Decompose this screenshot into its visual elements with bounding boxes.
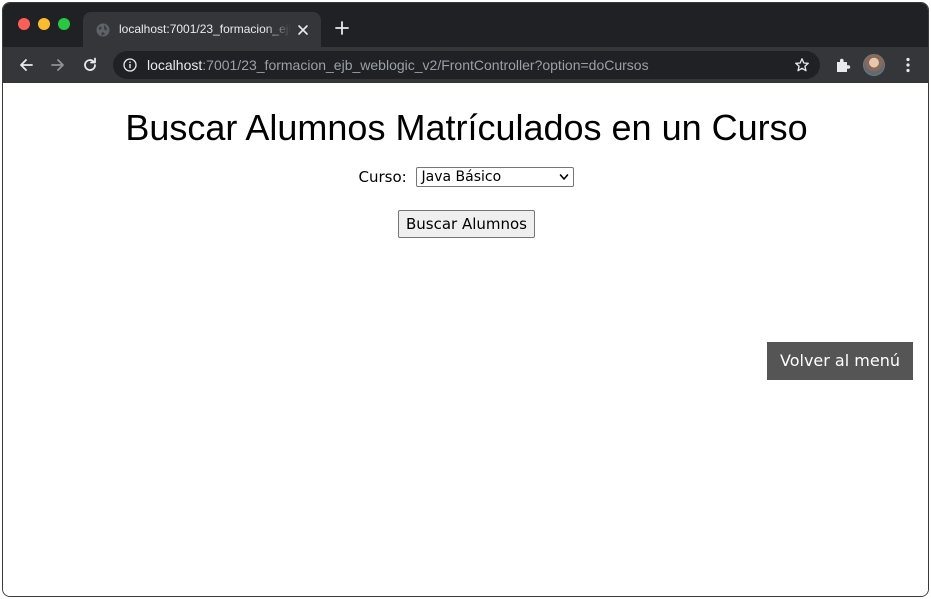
url-host: localhost [147, 57, 203, 73]
search-students-button[interactable]: Buscar Alumnos [398, 210, 535, 238]
browser-window: localhost:7001/23_formacion_ejb_weblogic… [2, 2, 929, 597]
tab-strip: localhost:7001/23_formacion_ejb_weblogic… [3, 3, 928, 47]
back-arrow-icon[interactable] [17, 56, 35, 74]
page-title: Buscar Alumnos Matrículados en un Curso [125, 107, 808, 148]
curso-field-row: Curso: Java Básico [3, 167, 928, 187]
back-to-menu-button[interactable]: Volver al menú [767, 342, 913, 380]
plus-icon[interactable] [334, 20, 350, 36]
url-text[interactable]: localhost:7001/23_formacion_ejb_weblogic… [147, 57, 649, 73]
puzzle-icon[interactable] [834, 56, 852, 74]
minimize-window-button[interactable] [38, 18, 50, 30]
page-content: Buscar Alumnos Matrículados en un Curso … [3, 83, 928, 596]
curso-select[interactable]: Java Básico [416, 167, 575, 187]
url-path: :7001/23_formacion_ejb_weblogic_v2/Front… [202, 57, 649, 73]
globe-icon [96, 23, 110, 37]
address-bar[interactable]: localhost:7001/23_formacion_ejb_weblogic… [113, 51, 820, 79]
curso-selected-value: Java Básico [421, 169, 502, 185]
browser-tab[interactable]: localhost:7001/23_formacion_ejb_weblogic… [83, 12, 321, 47]
info-icon[interactable] [123, 58, 137, 72]
forward-arrow-icon[interactable] [49, 56, 67, 74]
reload-icon[interactable] [81, 56, 99, 74]
kebab-menu-icon[interactable] [899, 56, 917, 74]
curso-label: Curso: [358, 167, 407, 186]
star-icon[interactable] [794, 57, 810, 73]
close-icon[interactable] [295, 22, 311, 38]
maximize-window-button[interactable] [58, 18, 70, 30]
browser-toolbar: localhost:7001/23_formacion_ejb_weblogic… [3, 47, 928, 83]
profile-avatar[interactable] [863, 54, 885, 76]
chevron-down-icon [560, 174, 569, 180]
tab-title: localhost:7001/23_formacion_ejb_weblogic… [119, 22, 291, 36]
close-window-button[interactable] [18, 18, 30, 30]
